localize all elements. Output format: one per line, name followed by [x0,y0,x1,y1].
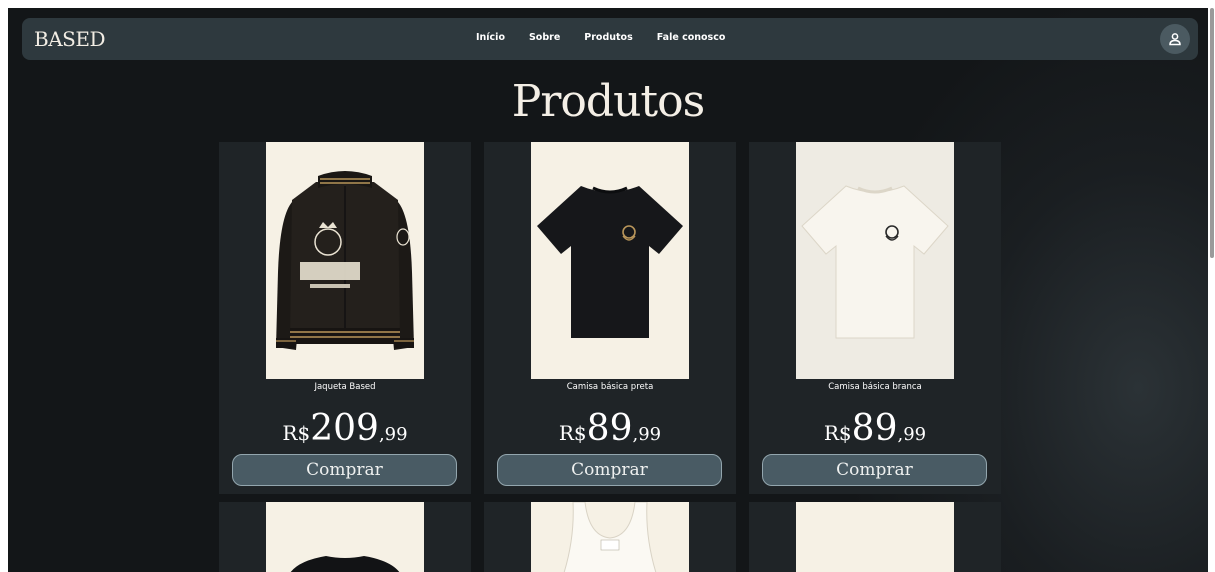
black-sweater-image[interactable] [266,502,424,572]
product-card [749,502,1001,572]
black-tshirt-image[interactable] [531,142,689,379]
product-card: Jaqueta Based R$209,99 Comprar [219,142,471,494]
product-name: Camisa básica branca [828,382,922,392]
product-price: R$89,99 [484,408,736,449]
price-currency: R$ [823,421,852,445]
price-decimals: ,99 [897,424,927,445]
product-name: Camisa básica preta [566,382,654,392]
buy-button[interactable]: Comprar [232,454,457,486]
user-icon [1169,33,1181,46]
page-viewport: BASED Início Sobre Produtos Fale conosco… [8,8,1208,572]
product-card: Camisa básica branca R$89,99 Comprar [749,142,1001,494]
white-tshirt-image[interactable] [796,142,954,379]
product-price: R$89,99 [749,408,1001,449]
nav-link-inicio[interactable]: Início [476,32,505,43]
buy-button[interactable]: Comprar [762,454,987,486]
white-tank-top-image[interactable] [531,502,689,572]
nav-link-sobre[interactable]: Sobre [529,32,560,43]
price-decimals: ,99 [632,424,662,445]
product-name: Jaqueta Based [314,382,376,392]
scrollbar-thumb[interactable] [1210,8,1214,258]
product-card [484,502,736,572]
price-currency: R$ [558,421,587,445]
price-decimals: ,99 [378,424,408,445]
product-card: Camisa básica preta R$89,99 Comprar [484,142,736,494]
buy-button[interactable]: Comprar [497,454,722,486]
nav-links: Início Sobre Produtos Fale conosco [476,32,749,43]
price-currency: R$ [282,421,311,445]
blank-product-image[interactable] [796,502,954,572]
price-integer: 89 [586,408,633,449]
nav-link-produtos[interactable]: Produtos [584,32,632,43]
leather-jacket-image[interactable] [266,142,424,379]
user-account-button[interactable] [1160,24,1190,54]
page-title: Produtos [511,76,705,127]
navbar: BASED Início Sobre Produtos Fale conosco [22,18,1198,60]
nav-link-fale-conosco[interactable]: Fale conosco [657,32,726,43]
product-price: R$209,99 [219,408,471,449]
product-card [219,502,471,572]
price-integer: 209 [310,408,379,449]
brand-logo[interactable]: BASED [34,27,105,51]
price-integer: 89 [851,408,898,449]
